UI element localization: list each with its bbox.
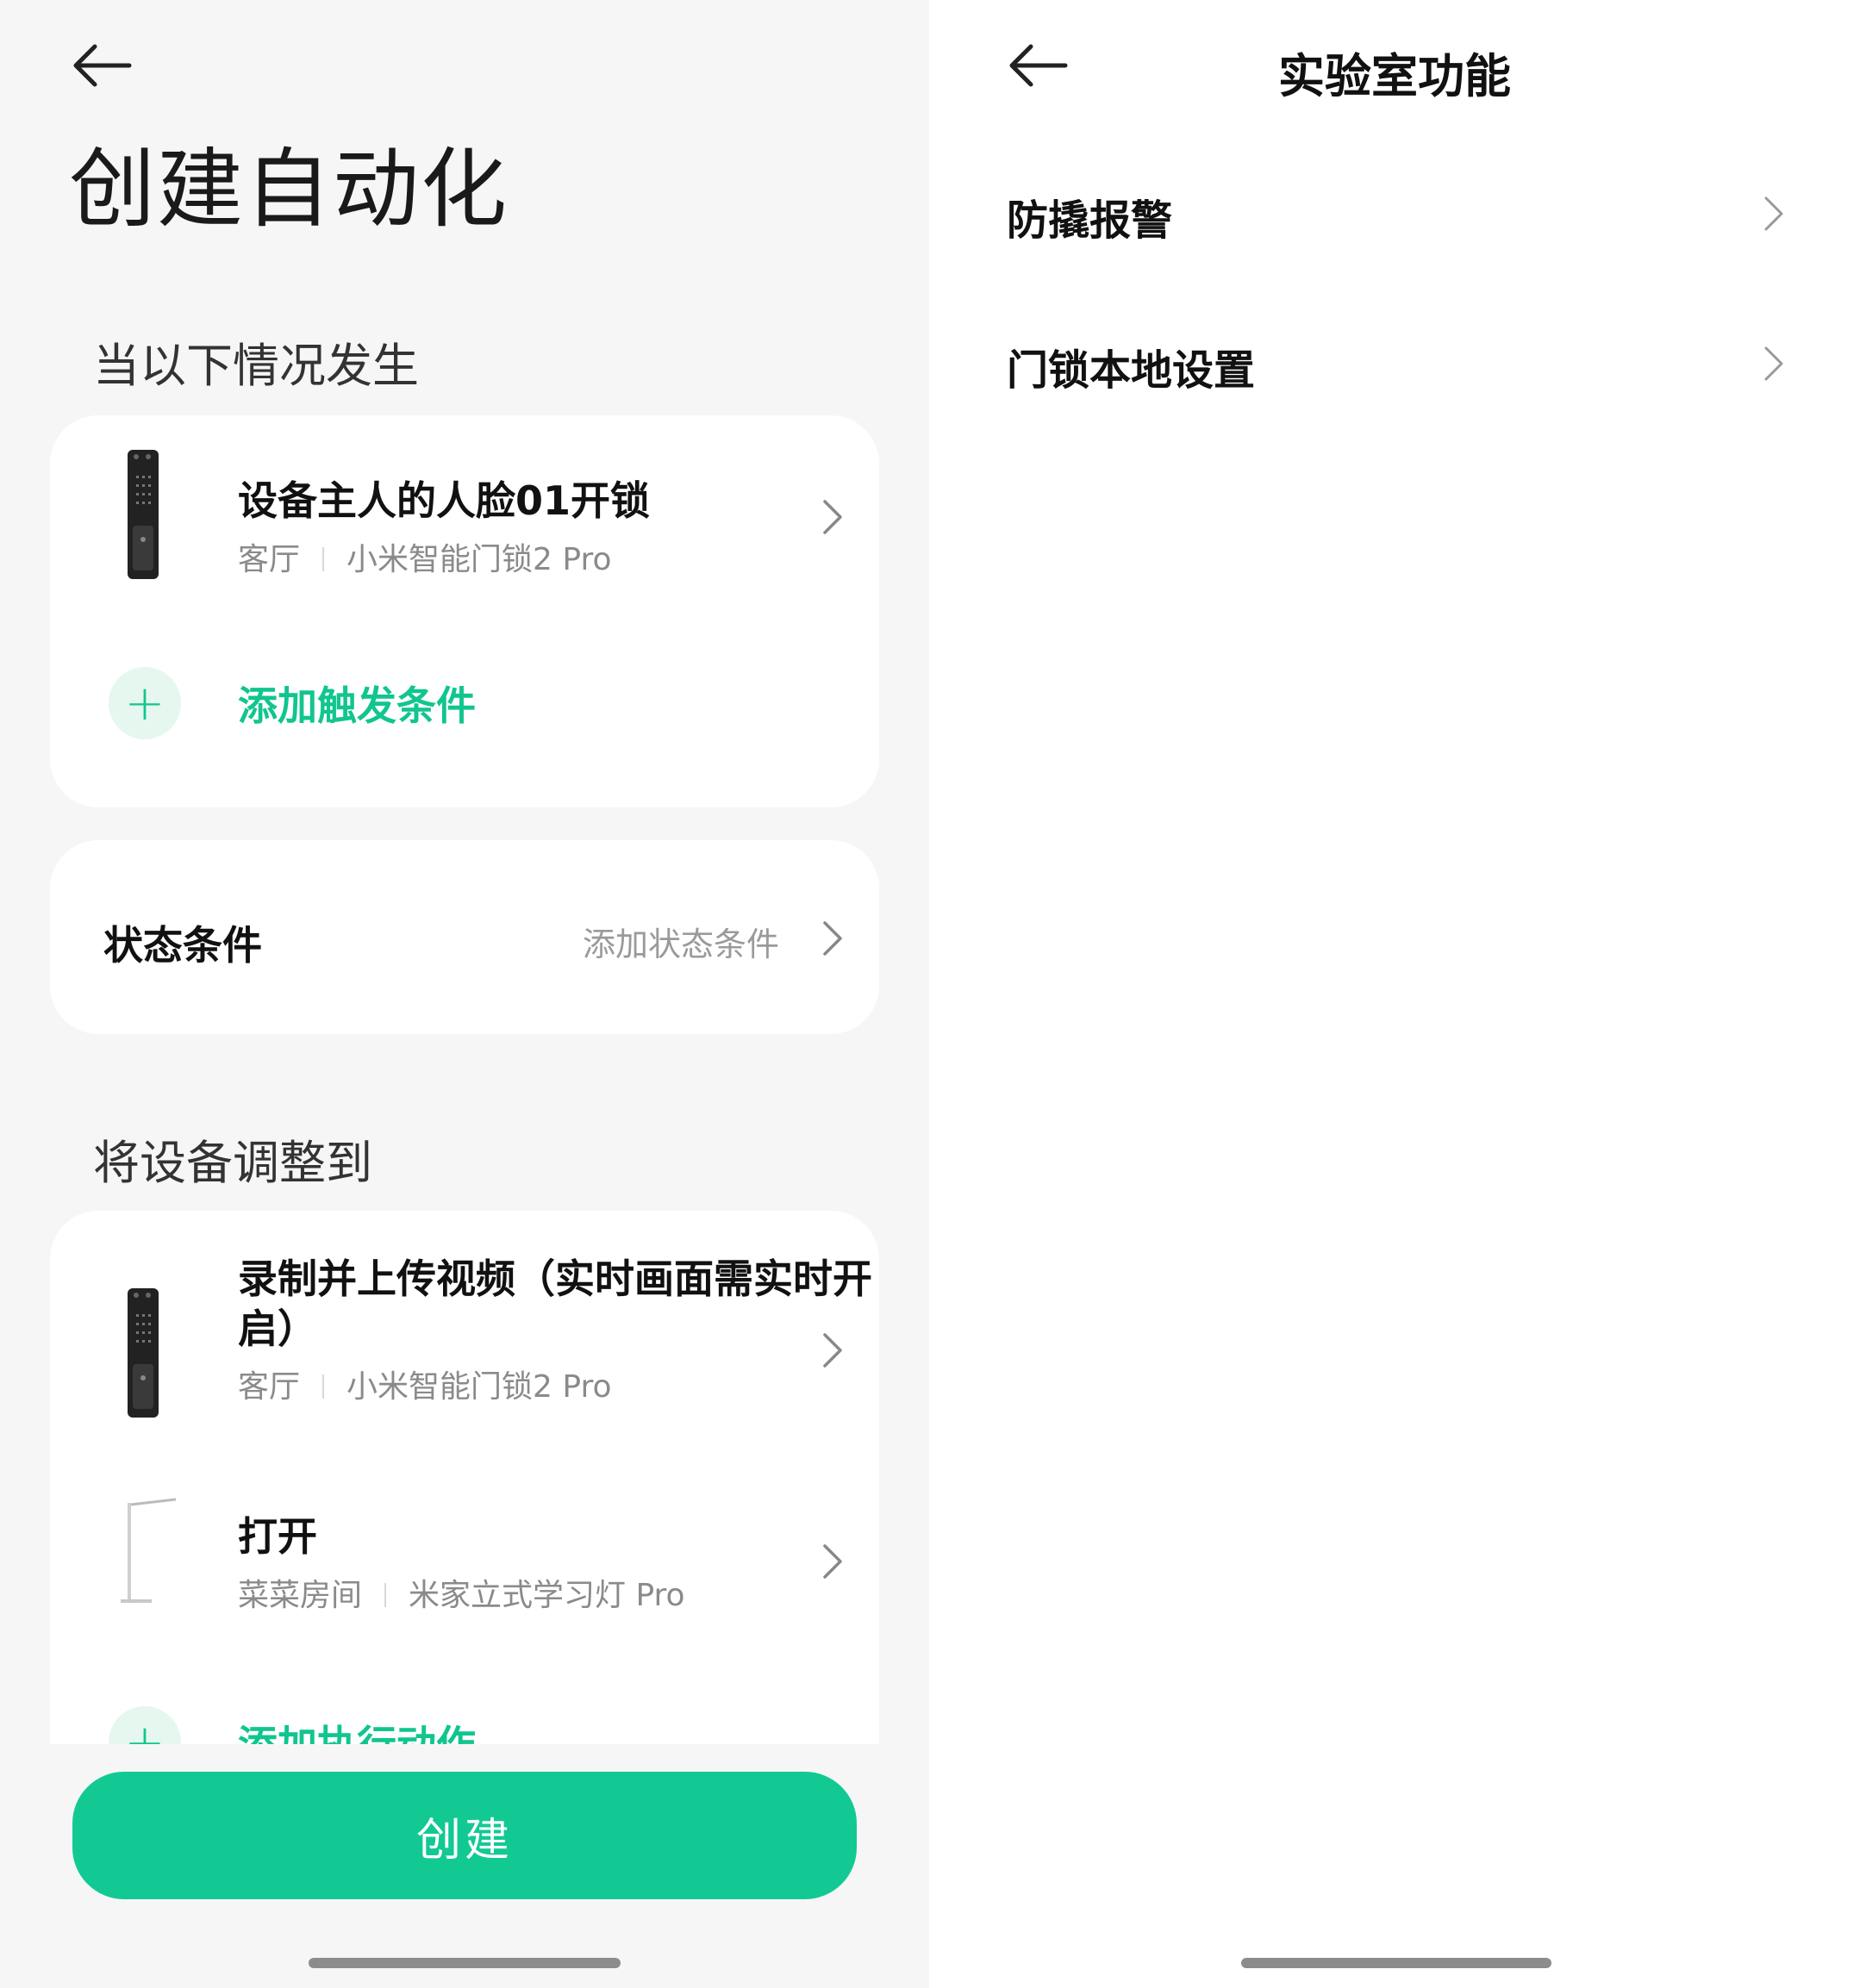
state-condition-label: 状态条件 bbox=[103, 922, 262, 969]
lab-item-tamper-alarm[interactable]: 防撬报警 bbox=[929, 160, 1860, 264]
trigger-card: 设备主人的人脸01开锁 客厅 小米智能门锁2 Pro + 添加触发条件 bbox=[50, 415, 879, 807]
action-item[interactable]: 录制并上传视频（实时画面需实时开启） 客厅 小米智能门锁2 Pro bbox=[50, 1254, 879, 1426]
lab-item-label: 防撬报警 bbox=[1007, 196, 1173, 245]
add-state-condition-link[interactable]: 添加状态条件 bbox=[583, 918, 779, 965]
action-subtitle: 客厅 小米智能门锁2 Pro bbox=[238, 1362, 611, 1406]
lab-item-local-lock-settings[interactable]: 门锁本地设置 bbox=[929, 310, 1860, 414]
state-condition-card[interactable]: 状态条件 添加状态条件 bbox=[50, 840, 879, 1034]
chevron-right-icon bbox=[1761, 343, 1787, 384]
lab-features-screen: 实验室功能 防撬报警 门锁本地设置 bbox=[929, 0, 1860, 1988]
page-title: 创建自动化 bbox=[69, 139, 509, 240]
create-button[interactable]: 创建 bbox=[72, 1772, 857, 1899]
trigger-room: 客厅 bbox=[238, 542, 301, 577]
trigger-item[interactable]: 设备主人的人脸01开锁 客厅 小米智能门锁2 Pro bbox=[50, 441, 879, 579]
trigger-section-heading: 当以下情况发生 bbox=[93, 339, 419, 393]
trigger-title: 设备主人的人脸01开锁 bbox=[238, 477, 651, 524]
plus-icon: + bbox=[109, 1706, 181, 1744]
divider bbox=[322, 1374, 325, 1399]
action-room: 客厅 bbox=[238, 1369, 301, 1405]
plus-icon: + bbox=[109, 667, 181, 739]
create-automation-screen: 创建自动化 当以下情况发生 设备主人的人脸01开锁 客厅 小米智能门锁2 Pro… bbox=[0, 0, 929, 1988]
action-title: 打开 bbox=[238, 1513, 317, 1560]
action-device: 米家立式学习灯 Pro bbox=[409, 1578, 685, 1613]
add-trigger-label: 添加触发条件 bbox=[238, 682, 476, 729]
divider bbox=[322, 547, 325, 571]
action-section-heading: 将设备调整到 bbox=[93, 1136, 372, 1190]
home-indicator[interactable] bbox=[1241, 1958, 1551, 1968]
action-room: 菜菜房间 bbox=[238, 1578, 363, 1613]
add-action-button[interactable]: + 添加执行动作 bbox=[109, 1706, 476, 1744]
chevron-right-icon bbox=[820, 918, 846, 959]
add-action-label: 添加执行动作 bbox=[238, 1714, 476, 1744]
action-card: 录制并上传视频（实时画面需实时开启） 客厅 小米智能门锁2 Pro 打开 菜菜房… bbox=[50, 1211, 879, 1744]
door-lock-image bbox=[126, 1288, 160, 1421]
back-arrow-icon[interactable] bbox=[67, 31, 136, 100]
chevron-right-icon bbox=[820, 496, 846, 538]
floor-lamp-image bbox=[119, 1498, 179, 1609]
action-subtitle: 菜菜房间 米家立式学习灯 Pro bbox=[238, 1570, 685, 1615]
action-device: 小米智能门锁2 Pro bbox=[346, 1369, 612, 1405]
door-lock-image bbox=[126, 450, 160, 583]
trigger-device: 小米智能门锁2 Pro bbox=[346, 542, 612, 577]
add-trigger-button[interactable]: + 添加触发条件 bbox=[109, 667, 476, 739]
lab-item-label: 门锁本地设置 bbox=[1007, 346, 1256, 395]
action-title: 录制并上传视频（实时画面需实时开启） bbox=[238, 1256, 872, 1352]
divider bbox=[384, 1583, 387, 1607]
home-indicator[interactable] bbox=[309, 1958, 621, 1968]
chevron-right-icon bbox=[820, 1541, 846, 1582]
chevron-right-icon bbox=[820, 1330, 846, 1371]
page-title: 实验室功能 bbox=[1278, 49, 1511, 103]
action-scroll-area: 录制并上传视频（实时画面需实时开启） 客厅 小米智能门锁2 Pro 打开 菜菜房… bbox=[0, 1206, 929, 1744]
trigger-subtitle: 客厅 小米智能门锁2 Pro bbox=[238, 534, 611, 579]
action-item[interactable]: 打开 菜菜房间 米家立式学习灯 Pro bbox=[50, 1498, 879, 1627]
chevron-right-icon bbox=[1761, 193, 1787, 234]
